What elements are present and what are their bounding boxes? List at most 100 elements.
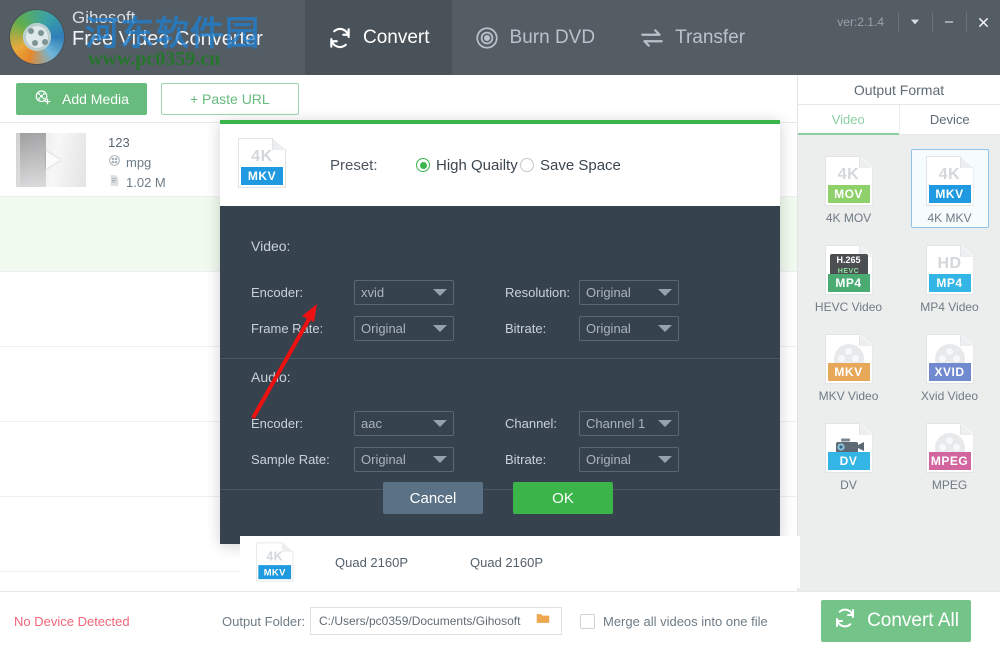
format-label: Xvid Video [920,389,979,403]
video-thumbnail [16,133,86,187]
add-media-button[interactable]: Add Media [16,82,147,115]
brand-line-2: Free Video Converter [72,27,263,50]
add-media-label: Add Media [62,90,129,107]
video-resolution-select[interactable]: Original [579,280,679,305]
audio-encoder-value: aac [361,416,382,431]
format-option[interactable]: H.265 HEVC MP4 HEVC Video [810,238,888,317]
audio-samplerate-select[interactable]: Original [354,447,454,472]
audio-section-title: Audio: [251,369,291,385]
format-label: 4K MKV [927,211,972,225]
audio-channel-select[interactable]: Channel 1 [579,411,679,436]
format-file-icon: 4K MKV [925,156,974,206]
radio-icon-selected [416,158,430,172]
app-logo [6,6,68,68]
format-file-icon: XVID [925,334,974,384]
cancel-button[interactable]: Cancel [383,482,483,514]
video-framerate-value: Original [361,321,406,336]
video-encoder-select[interactable]: xvid [354,280,454,305]
folder-icon [534,611,552,631]
video-section-title: Video: [251,238,291,254]
close-button[interactable] [966,8,1000,36]
brand-title: Gihosoft Free Video Converter [72,8,263,51]
sidebar-title: Output Format [798,75,1000,105]
preset-save-space-option[interactable]: Save Space [520,157,621,174]
format-tag-text: MKV [928,185,971,203]
audio-channel-value: Channel 1 [586,416,646,431]
quad-col-1: Quad 2160P [335,554,409,570]
convert-all-button[interactable]: Convert All [821,600,971,642]
media-name: 123 [108,135,130,150]
video-resolution-value: Original [586,285,631,300]
convert-all-label: Convert All [867,610,959,631]
audio-bitrate-value: Original [586,452,631,467]
ok-button[interactable]: OK [513,482,613,514]
audio-channel-label: Channel: [505,416,558,431]
format-option[interactable]: MKV MKV Video [810,327,888,406]
menu-dropdown-button[interactable] [898,8,932,36]
format-label: MP4 Video [920,300,979,314]
format-big-text: 4K [837,166,860,183]
video-framerate-select[interactable]: Original [354,316,454,341]
version-label: ver:2.1.4 [837,15,884,29]
format-file-icon: HD MP4 [925,245,974,295]
preset-option-label: High Quailty [436,156,518,174]
video-resolution-label: Resolution: [505,285,571,300]
tab-device[interactable]: Device [898,105,1000,135]
title-bar: Gihosoft Free Video Converter 河东软件园 www.… [0,0,1000,75]
nav-item-burn-dvd[interactable]: Burn DVD [452,0,618,75]
tab-video[interactable]: Video [798,105,899,135]
format-badge-icon: 4K MKV [238,138,286,188]
video-bitrate-value: Original [586,321,631,336]
format-label: MPEG [931,478,968,492]
media-size: 1.02 M [126,175,166,190]
nav-item-transfer[interactable]: Transfer [617,0,767,75]
chevron-down-icon [433,325,447,332]
format-file-icon: H.265 HEVC MP4 [824,245,873,295]
settings-dialog: 4K MKV Preset: High Quailty Save Space V… [220,120,780,544]
video-bitrate-select[interactable]: Original [579,316,679,341]
nav-item-convert[interactable]: Convert [305,0,452,75]
paste-url-button[interactable]: + Paste URL [160,82,299,115]
format-label: MKV Video [818,389,879,403]
chevron-down-icon [658,289,672,296]
format-option[interactable]: 4K MKV 4K MKV [910,149,989,228]
format-tag-text: MPEG [928,452,971,470]
checkbox-icon [580,613,595,629]
preset-option-label: Save Space [540,156,621,174]
badge-tag-text: MKV [241,167,283,185]
format-option[interactable]: 4K MOV 4K MOV [810,149,888,228]
format-option[interactable]: XVID Xvid Video [911,327,989,406]
chevron-down-icon [433,289,447,296]
format-file-icon: DV [824,423,873,473]
media-meta: 123 mpg 1.02 M [108,133,166,193]
browse-folder-button[interactable] [524,607,562,635]
video-framerate-label: Frame Rate: [251,321,324,336]
audio-encoder-select[interactable]: aac [354,411,454,436]
format-tag-text: MP4 [928,274,971,292]
chevron-down-icon [658,420,672,427]
format-tag-text: MOV [827,185,870,203]
video-encoder-label: Encoder: [251,285,304,300]
refresh-icon [327,25,353,51]
output-folder-input[interactable]: C:/Users/pc0359/Documents/Gihosoft [310,607,525,635]
hevc-badge-icon: H.265 HEVC [829,254,868,275]
audio-bitrate-label: Bitrate: [505,452,547,467]
quad-format-badge-icon: 4K MKV [256,542,294,582]
disc-icon [474,25,500,51]
format-option[interactable]: MPEG MPEG [911,416,989,495]
app-window: Gihosoft Free Video Converter 河东软件园 www.… [0,0,1000,650]
nav-label-burn-dvd: Burn DVD [509,26,596,48]
audio-encoder-label: Encoder: [251,416,304,431]
output-folder-label: Output Folder: [222,613,306,629]
format-option[interactable]: HD MP4 MP4 Video [911,238,989,317]
main-nav: Convert Burn DVD Transfer [305,0,767,75]
format-option[interactable]: DV DV [810,416,888,495]
format-tag-text: MP4 [827,274,870,292]
brand-line-1: Gihosoft [72,8,136,27]
audio-bitrate-select[interactable]: Original [579,447,679,472]
preset-high-quality-option[interactable]: High Quailty [416,157,518,174]
format-tag-text: DV [827,452,870,470]
merge-videos-checkbox[interactable]: Merge all videos into one file [580,613,768,629]
minimize-button[interactable] [932,8,966,36]
chevron-down-icon [433,456,447,463]
